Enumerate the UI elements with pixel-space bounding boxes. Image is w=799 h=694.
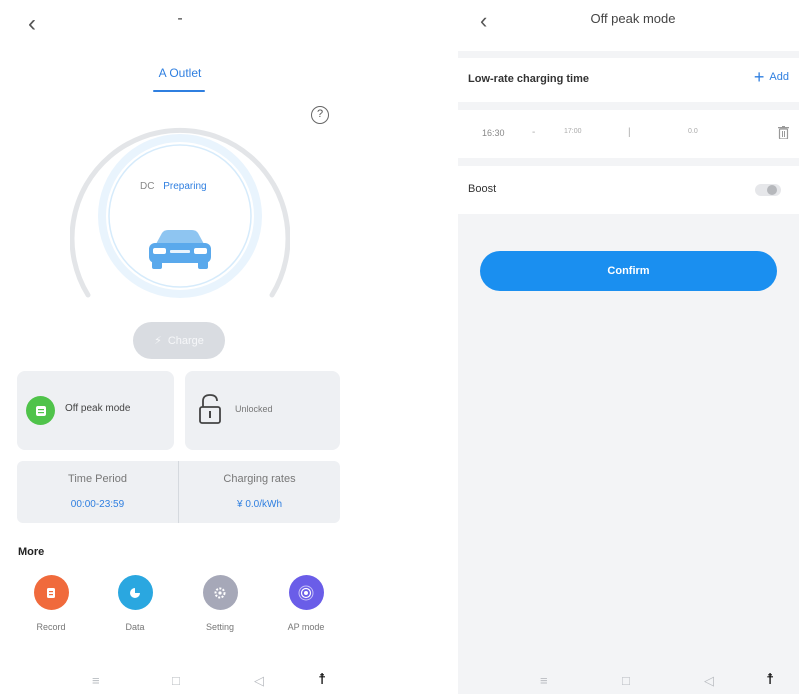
more-item-ap-mode[interactable]: AP mode: [271, 575, 341, 632]
time-period-column: Time Period 00:00-23:59: [17, 461, 178, 523]
rate-separator: |: [628, 127, 631, 138]
dial-inner-ring: [108, 144, 252, 288]
time-period-label: Time Period: [68, 473, 127, 485]
off-peak-icon: [26, 396, 55, 425]
boost-toggle[interactable]: [755, 184, 781, 196]
charging-dial: [70, 128, 290, 298]
more-item-label: Record: [36, 622, 66, 632]
back-triangle-icon[interactable]: ◁: [704, 674, 714, 687]
accessibility-person-icon[interactable]: ☨: [766, 672, 774, 687]
tariff-info-card: Time Period 00:00-23:59 Charging rates ¥…: [17, 461, 340, 523]
add-label: Add: [769, 71, 789, 83]
low-rate-section: Low-rate charging time + Add: [458, 58, 799, 102]
boost-row: Boost: [458, 166, 799, 214]
tab-underline: [153, 90, 205, 92]
data-icon: [117, 575, 153, 610]
more-item-label: AP mode: [287, 622, 325, 632]
charging-rates-value: ¥ 0.0/kWh: [236, 499, 283, 510]
lock-card[interactable]: Unlocked: [185, 371, 340, 450]
time-period-value: 00:00-23:59: [70, 499, 125, 510]
charge-button[interactable]: ⚡ Charge: [133, 322, 225, 359]
bolt-icon: ⚡: [154, 335, 162, 347]
record-icon: [33, 575, 69, 610]
end-time-field[interactable]: 17:00: [564, 128, 582, 135]
charging-rates-column: Charging rates ¥ 0.0/kWh: [179, 461, 340, 523]
page-title: -: [177, 10, 183, 27]
menu-icon[interactable]: ≡: [540, 674, 548, 687]
back-chevron-icon[interactable]: ‹: [28, 12, 36, 36]
charge-button-label: Charge: [167, 334, 204, 347]
charger-state: DC Preparing: [140, 181, 207, 192]
help-icon[interactable]: ?: [311, 106, 329, 124]
time-period-row: 16:30 - 17:00 | 0.0: [458, 110, 799, 158]
off-peak-mode-card[interactable]: Off peak mode: [17, 371, 174, 450]
boost-label: Boost: [468, 183, 497, 195]
plus-icon: +: [753, 67, 765, 87]
charging-rates-label: Charging rates: [223, 473, 296, 485]
more-item-label: Setting: [205, 622, 235, 632]
unlock-icon: [199, 394, 221, 424]
off-peak-label: Off peak mode: [65, 403, 131, 414]
back-triangle-icon[interactable]: ◁: [254, 674, 264, 687]
menu-icon[interactable]: ≡: [92, 674, 100, 687]
section-label: Low-rate charging time: [468, 73, 590, 85]
back-chevron-icon[interactable]: ‹: [480, 10, 487, 32]
confirm-button[interactable]: Confirm: [480, 251, 777, 291]
toggle-knob: [767, 185, 777, 195]
rate-field[interactable]: 0.0: [688, 128, 698, 135]
charger-mode: DC: [140, 181, 155, 192]
start-time-field[interactable]: 16:30: [482, 128, 505, 138]
page-title: Off peak mode: [590, 11, 676, 26]
system-nav-bar: ≡ □ ◁ ☨: [0, 668, 360, 694]
add-period-button[interactable]: + Add: [753, 67, 789, 87]
main-screen: ‹ - A Outlet ? DC Preparing ⚡ Charge Off…: [0, 0, 360, 694]
home-icon[interactable]: □: [172, 674, 180, 687]
more-item-label: Data: [125, 622, 145, 632]
header-bar: ‹ Off peak mode: [458, 0, 799, 51]
gear-icon: [202, 575, 238, 610]
more-item-record[interactable]: Record: [16, 575, 86, 632]
ap-mode-icon: [288, 575, 324, 610]
more-item-data[interactable]: Data: [100, 575, 170, 632]
more-section-title: More: [18, 546, 45, 558]
system-nav-bar: ≡ □ ◁ ☨: [458, 668, 799, 694]
more-item-setting[interactable]: Setting: [185, 575, 255, 632]
accessibility-person-icon[interactable]: ☨: [318, 672, 326, 687]
off-peak-screen: ‹ Off peak mode Low-rate charging time +…: [458, 0, 799, 694]
range-separator: -: [532, 127, 536, 138]
lock-status-label: Unlocked: [235, 404, 273, 414]
charger-status: Preparing: [163, 181, 207, 192]
tab-a-outlet[interactable]: A Outlet: [135, 66, 225, 80]
trash-icon[interactable]: [778, 126, 789, 139]
home-icon[interactable]: □: [622, 674, 630, 687]
